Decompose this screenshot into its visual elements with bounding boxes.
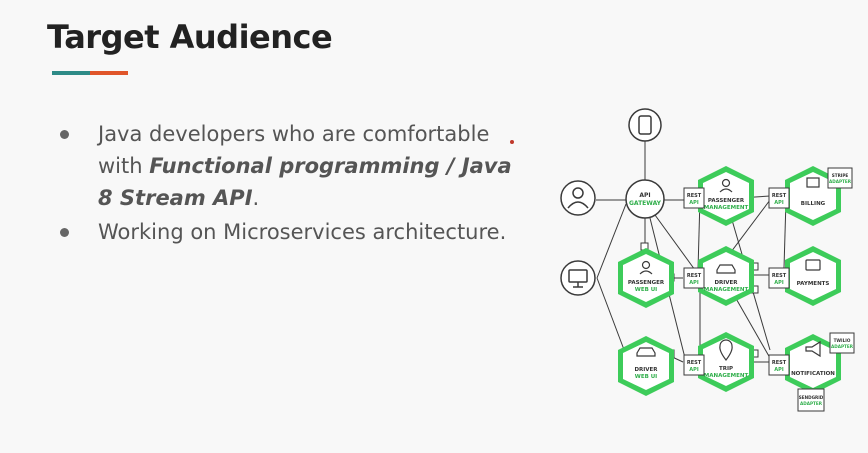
rest-api-box: REST API — [683, 267, 705, 289]
rest-api-box: REST API — [768, 267, 790, 289]
title-underline — [52, 71, 128, 75]
service-sublabel: WEB UI — [635, 287, 657, 293]
adapter-label: SENDGRID — [799, 395, 824, 400]
rest-label: REST — [772, 360, 787, 366]
service-sublabel: MANAGEMENT — [704, 205, 749, 211]
bullet-dot — [60, 228, 69, 237]
service-sublabel: MANAGEMENT — [704, 287, 749, 293]
bullet-suffix: . — [252, 186, 260, 210]
mobile-device — [628, 108, 662, 142]
rest-label: REST — [687, 360, 702, 366]
title-underline-teal — [52, 71, 92, 75]
slide-title: Target Audience — [47, 18, 333, 56]
laser-pointer-dot — [510, 140, 514, 144]
service-label: DRIVER — [714, 280, 738, 286]
bullet-item-java-developers: Java developers who are comfortable with… — [58, 118, 528, 214]
api-label: API — [689, 367, 699, 373]
rest-api-box: REST API — [683, 354, 705, 376]
rest-api-box: REST API — [768, 354, 790, 376]
rest-label: REST — [772, 193, 787, 199]
service-label: NOTIFICATION — [791, 371, 835, 377]
api-label: API — [774, 367, 784, 373]
rest-api-box: REST API — [768, 187, 790, 209]
service-sublabel: MANAGEMENT — [704, 373, 749, 379]
title-underline-orange — [90, 71, 128, 75]
bullet-list: Java developers who are comfortable with… — [58, 118, 528, 250]
passenger-web-ui-service: PASSENGER WEB UI — [618, 248, 674, 308]
adapter-sublabel: ADAPTER — [831, 344, 854, 349]
service-label: PASSENGER — [628, 280, 665, 286]
api-gateway-label: API — [639, 192, 650, 199]
user-client — [560, 180, 596, 216]
service-label: BILLING — [801, 201, 826, 207]
microservices-architecture-diagram: API GATEWAY PASSENGER MANAGEMENT BILLING… — [560, 108, 855, 412]
trip-management-service: TRIP MANAGEMENT — [698, 332, 754, 392]
api-label: API — [689, 200, 699, 206]
stripe-adapter: STRIPE ADAPTER — [827, 167, 853, 189]
rest-label: REST — [772, 273, 787, 279]
bullet-text: Working on Microservices architecture. — [98, 220, 507, 244]
passenger-management-service: PASSENGER MANAGEMENT — [698, 166, 754, 226]
api-label: API — [774, 280, 784, 286]
adapter-sublabel: ADAPTER — [829, 179, 852, 184]
api-label: API — [774, 200, 784, 206]
bullet-item-microservices: Working on Microservices architecture. — [58, 216, 528, 248]
rest-label: REST — [687, 273, 702, 279]
api-label: API — [689, 280, 699, 286]
twilio-adapter: TWILIO ADAPTER — [829, 332, 855, 354]
rest-label: REST — [687, 193, 702, 199]
api-gateway-sublabel: GATEWAY — [629, 200, 662, 207]
adapter-sublabel: ADAPTER — [800, 401, 823, 406]
service-sublabel: WEB UI — [635, 374, 657, 380]
service-label: TRIP — [719, 366, 733, 372]
adapter-label: STRIPE — [832, 173, 849, 178]
service-label: PAYMENTS — [797, 281, 830, 287]
bullet-emphasis: Functional programming / Java 8 Stream A… — [98, 154, 512, 210]
api-gateway: API GATEWAY — [625, 179, 665, 219]
service-label: PASSENGER — [708, 198, 745, 204]
bullet-dot — [60, 130, 69, 139]
sendgrid-adapter: SENDGRID ADAPTER — [797, 388, 825, 412]
driver-web-ui-service: DRIVER WEB UI — [618, 336, 674, 396]
service-label: DRIVER — [634, 367, 658, 373]
connection-lines — [596, 141, 816, 363]
payments-service: PAYMENTS — [785, 246, 841, 306]
rest-api-box: REST API — [683, 187, 705, 209]
desktop-client — [560, 260, 596, 296]
adapter-label: TWILIO — [834, 338, 851, 343]
driver-management-service: DRIVER MANAGEMENT — [698, 246, 754, 306]
